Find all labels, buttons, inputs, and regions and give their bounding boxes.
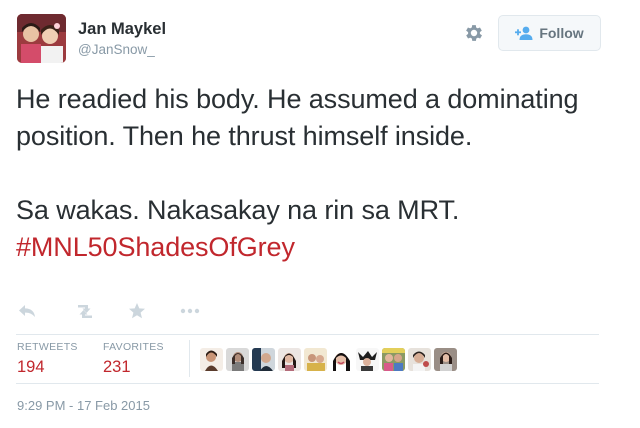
favorites-label: FAVORITES bbox=[103, 341, 164, 353]
favorites-count: 231 bbox=[103, 358, 131, 376]
follow-label: Follow bbox=[539, 25, 584, 41]
favoriter-avatar[interactable] bbox=[330, 348, 353, 371]
retweet-icon[interactable] bbox=[74, 303, 96, 319]
author-avatar[interactable] bbox=[17, 14, 66, 63]
author-name[interactable]: Jan Maykel bbox=[78, 19, 166, 39]
divider bbox=[16, 334, 599, 335]
gear-icon[interactable] bbox=[463, 22, 485, 44]
tweet-text: He readied his body. He assumed a domina… bbox=[16, 81, 616, 266]
tweet-timestamp[interactable]: 9:29 PM - 17 Feb 2015 bbox=[17, 398, 150, 414]
favoriter-avatar[interactable] bbox=[434, 348, 457, 371]
retweets-count: 194 bbox=[17, 358, 45, 376]
favoriter-avatar[interactable] bbox=[278, 348, 301, 371]
favoriter-avatar[interactable] bbox=[382, 348, 405, 371]
follow-button[interactable]: Follow bbox=[498, 15, 601, 51]
avatar-photo bbox=[17, 14, 66, 63]
favoriter-avatar[interactable] bbox=[408, 348, 431, 371]
favoriter-avatar[interactable] bbox=[304, 348, 327, 371]
favoriter-avatar[interactable] bbox=[252, 348, 275, 371]
favoriter-avatar[interactable] bbox=[226, 348, 249, 371]
divider bbox=[16, 383, 599, 384]
star-icon[interactable] bbox=[128, 302, 146, 320]
favoriter-avatar[interactable] bbox=[356, 348, 379, 371]
favoriter-avatar[interactable] bbox=[200, 348, 223, 371]
stats-separator bbox=[189, 340, 190, 377]
favorites-stat[interactable]: FAVORITES 231 bbox=[103, 341, 164, 378]
favoriters-avatars bbox=[200, 348, 457, 371]
hashtag-link[interactable]: #MNL50ShadesOfGrey bbox=[16, 232, 295, 262]
tweet-text-paragraph-1: He readied his body. He assumed a domina… bbox=[16, 84, 579, 151]
author-handle[interactable]: @JanSnow_ bbox=[78, 41, 155, 59]
retweets-stat[interactable]: RETWEETS 194 bbox=[17, 341, 78, 378]
tweet-text-paragraph-2: Sa wakas. Nakasakay na rin sa MRT. bbox=[16, 195, 460, 225]
more-icon[interactable] bbox=[180, 308, 200, 314]
retweets-label: RETWEETS bbox=[17, 341, 78, 353]
reply-icon[interactable] bbox=[18, 304, 36, 318]
tweet-card: Jan Maykel @JanSnow_ Follow He readied h… bbox=[0, 0, 640, 428]
add-user-icon bbox=[515, 26, 533, 40]
